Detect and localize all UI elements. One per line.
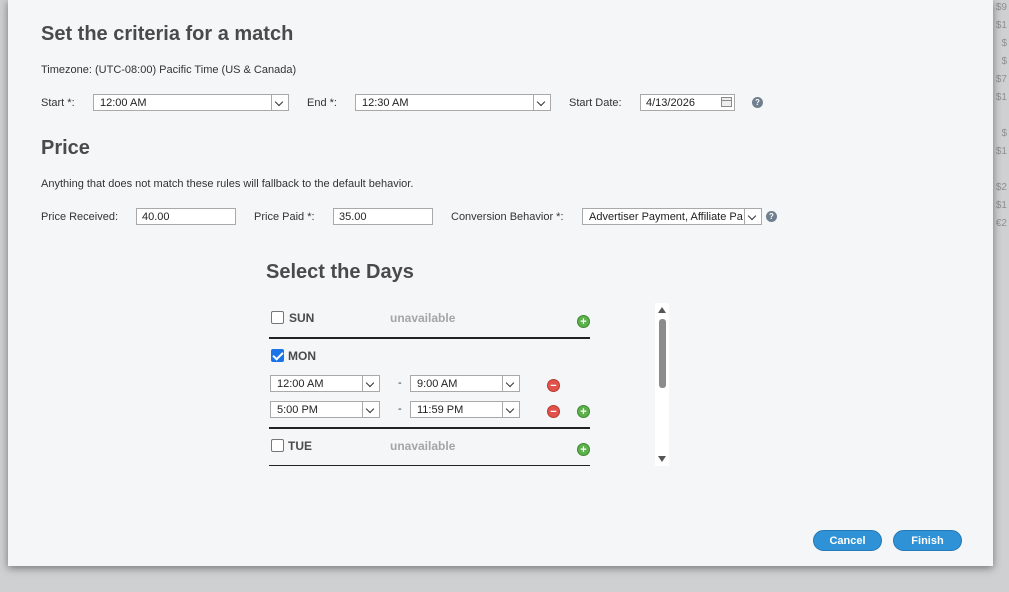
day-divider <box>269 465 590 466</box>
range-from-value: 5:00 PM <box>277 404 318 416</box>
range-to-value: 11:59 PM <box>417 404 464 416</box>
price-title: Price <box>41 137 90 159</box>
tue-label: TUE <box>288 439 312 453</box>
range-from-value: 12:00 AM <box>277 378 324 390</box>
scroll-up-icon[interactable] <box>658 307 666 313</box>
background-value: $1 <box>995 92 1007 103</box>
finish-button[interactable]: Finish <box>893 530 962 551</box>
help-icon[interactable]: ? <box>752 97 763 108</box>
start-time-label: Start *: <box>41 97 75 109</box>
background-value: $7 <box>995 74 1007 85</box>
mon-range1-from-select[interactable]: 12:00 AM <box>270 375 380 392</box>
mon-label: MON <box>288 349 316 363</box>
background-value: $ <box>1001 56 1007 67</box>
chevron-down-icon <box>362 376 379 391</box>
mon-checkbox[interactable] <box>271 349 284 362</box>
price-paid-input[interactable]: 35.00 <box>333 208 433 225</box>
end-time-select[interactable]: 12:30 AM <box>355 94 551 111</box>
background-value: $ <box>1001 38 1007 49</box>
price-fallback-note: Anything that does not match these rules… <box>41 178 414 190</box>
end-time-label: End *: <box>307 97 337 109</box>
range-separator: - <box>398 403 402 415</box>
help-icon[interactable]: ? <box>766 211 777 222</box>
day-divider <box>269 337 590 339</box>
end-time-value: 12:30 AM <box>362 97 409 109</box>
background-value: $2 <box>995 182 1007 193</box>
range-to-value: 9:00 AM <box>417 378 458 390</box>
scroll-down-icon[interactable] <box>658 456 666 462</box>
background-value: $1 <box>995 200 1007 211</box>
price-received-input[interactable]: 40.00 <box>136 208 236 225</box>
scrollbar-thumb[interactable] <box>659 319 666 388</box>
days-title: Select the Days <box>266 261 414 283</box>
sun-unavailable-text: unavailable <box>390 311 456 325</box>
cancel-button[interactable]: Cancel <box>813 530 882 551</box>
background-value: $1 <box>995 146 1007 157</box>
sun-checkbox[interactable] <box>271 311 284 324</box>
mon-range1-to-select[interactable]: 9:00 AM <box>410 375 520 392</box>
criteria-title: Set the criteria for a match <box>41 23 294 45</box>
price-paid-label: Price Paid *: <box>254 211 315 223</box>
price-received-value: 40.00 <box>142 211 170 223</box>
background-value: $9 <box>995 2 1007 13</box>
day-divider <box>269 427 590 429</box>
price-received-label: Price Received: <box>41 211 119 223</box>
remove-range-icon[interactable]: − <box>547 379 560 392</box>
timezone-text: Timezone: (UTC-08:00) Pacific Time (US &… <box>41 64 297 76</box>
chevron-down-icon <box>533 95 550 110</box>
background-value: €2 <box>995 218 1007 229</box>
chevron-down-icon <box>502 402 519 417</box>
add-range-icon[interactable]: + <box>577 443 590 456</box>
chevron-down-icon <box>502 376 519 391</box>
range-separator: - <box>398 377 402 389</box>
start-date-label: Start Date: <box>569 97 622 109</box>
add-range-icon[interactable]: + <box>577 405 590 418</box>
add-range-icon[interactable]: + <box>577 315 590 328</box>
price-paid-value: 35.00 <box>339 211 367 223</box>
sun-label: SUN <box>289 311 315 325</box>
conversion-behavior-select[interactable]: Advertiser Payment, Affiliate Pa <box>582 208 762 225</box>
remove-range-icon[interactable]: − <box>547 405 560 418</box>
match-criteria-dialog: Set the criteria for a match Timezone: (… <box>8 0 993 566</box>
mon-range2-from-select[interactable]: 5:00 PM <box>270 401 380 418</box>
conversion-behavior-label: Conversion Behavior *: <box>451 211 564 223</box>
mon-range2-to-select[interactable]: 11:59 PM <box>410 401 520 418</box>
conversion-behavior-value: Advertiser Payment, Affiliate Pa <box>589 211 743 223</box>
start-time-select[interactable]: 12:00 AM <box>93 94 289 111</box>
chevron-down-icon <box>744 209 761 224</box>
chevron-down-icon <box>271 95 288 110</box>
chevron-down-icon <box>362 402 379 417</box>
days-scrollbar[interactable] <box>655 303 669 466</box>
tue-unavailable-text: unavailable <box>390 439 456 453</box>
tue-checkbox[interactable] <box>271 439 284 452</box>
start-time-value: 12:00 AM <box>100 97 147 109</box>
background-values-column: $9 $1 $ $ $7 $1 $ $1 $2 $1 €2 <box>993 0 1009 240</box>
calendar-icon[interactable] <box>721 97 732 107</box>
background-value: $1 <box>995 20 1007 31</box>
background-value: $ <box>1001 128 1007 139</box>
start-date-value: 4/13/2026 <box>646 97 695 109</box>
